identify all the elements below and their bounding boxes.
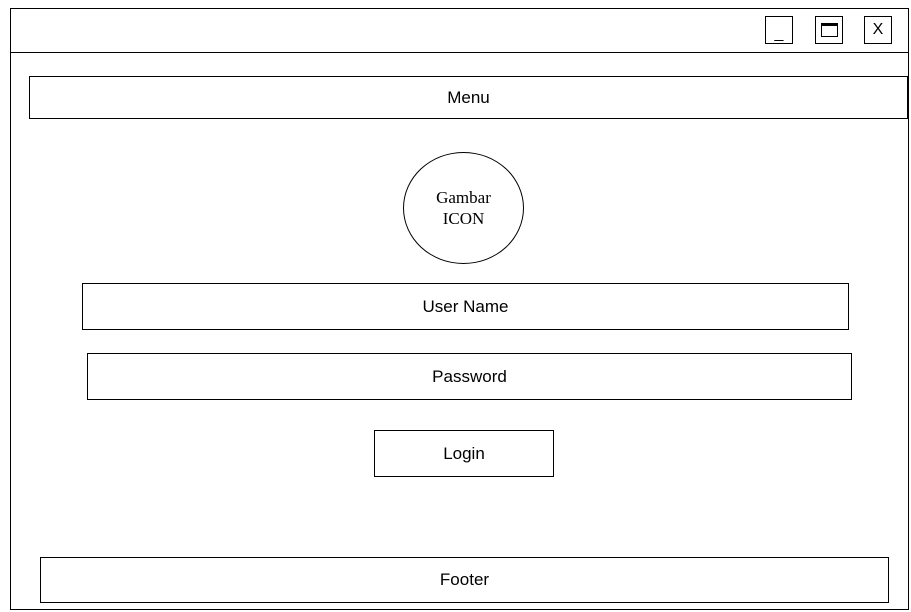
menu-bar[interactable]: Menu [29, 76, 908, 119]
username-field[interactable]: User Name [82, 283, 849, 330]
maximize-icon [820, 23, 838, 37]
minimize-icon: _ [774, 25, 784, 42]
logo-line-1: Gambar [436, 188, 491, 207]
username-label: User Name [422, 296, 509, 316]
close-icon: X [872, 21, 884, 38]
footer-label: Footer [439, 570, 490, 589]
logo-line-2: ICON [442, 209, 485, 228]
password-label: Password [432, 366, 507, 386]
footer-bar: Footer [40, 557, 889, 603]
app-logo: Gambar ICON [403, 152, 524, 264]
menu-label: Menu [447, 87, 490, 107]
minimize-button[interactable]: _ [765, 16, 793, 44]
password-field[interactable]: Password [87, 353, 852, 400]
logo-text: Gambar ICON [436, 187, 491, 229]
close-button[interactable]: X [864, 16, 892, 44]
maximize-button[interactable] [815, 16, 843, 44]
login-button[interactable]: Login [374, 430, 554, 477]
titlebar-divider [10, 52, 909, 53]
login-label: Login [443, 443, 485, 463]
